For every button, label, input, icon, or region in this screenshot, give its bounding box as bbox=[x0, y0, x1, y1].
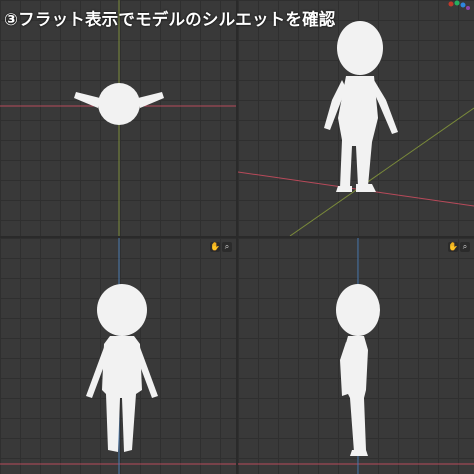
hand-icon[interactable]: ✋ bbox=[448, 242, 458, 252]
model-silhouette-side bbox=[336, 284, 380, 456]
perspective-viewport[interactable] bbox=[238, 0, 474, 236]
front-view-viewport[interactable]: ✋ ⌕ bbox=[0, 238, 236, 474]
y-axis-line bbox=[289, 107, 474, 236]
side-view-canvas bbox=[238, 238, 474, 474]
viewport-divider-horizontal[interactable] bbox=[0, 236, 474, 238]
page-title: ③フラット表示でモデルのシルエットを確認 bbox=[4, 10, 336, 29]
side-view-viewport[interactable]: ✋ ⌕ bbox=[238, 238, 474, 474]
zoom-icon[interactable]: ⌕ bbox=[222, 242, 232, 252]
front-view-canvas bbox=[0, 238, 236, 474]
top-view-viewport[interactable] bbox=[0, 0, 236, 236]
hand-icon[interactable]: ✋ bbox=[210, 242, 220, 252]
perspective-canvas bbox=[238, 21, 474, 236]
top-view-canvas bbox=[0, 0, 236, 236]
model-silhouette-top bbox=[74, 83, 164, 125]
quad-viewport-layout: ✋ ⌕ ✋ ⌕ ③フラット表示でモデルのシルエットを確認 bbox=[0, 0, 474, 474]
viewport-nav-icons: ✋ ⌕ bbox=[210, 242, 232, 252]
model-silhouette-perspective bbox=[324, 21, 398, 192]
viewport-nav-icons: ✋ ⌕ bbox=[448, 242, 470, 252]
axis-gizmo-icon[interactable] bbox=[446, 0, 472, 12]
model-silhouette-front bbox=[86, 284, 158, 452]
zoom-icon[interactable]: ⌕ bbox=[460, 242, 470, 252]
